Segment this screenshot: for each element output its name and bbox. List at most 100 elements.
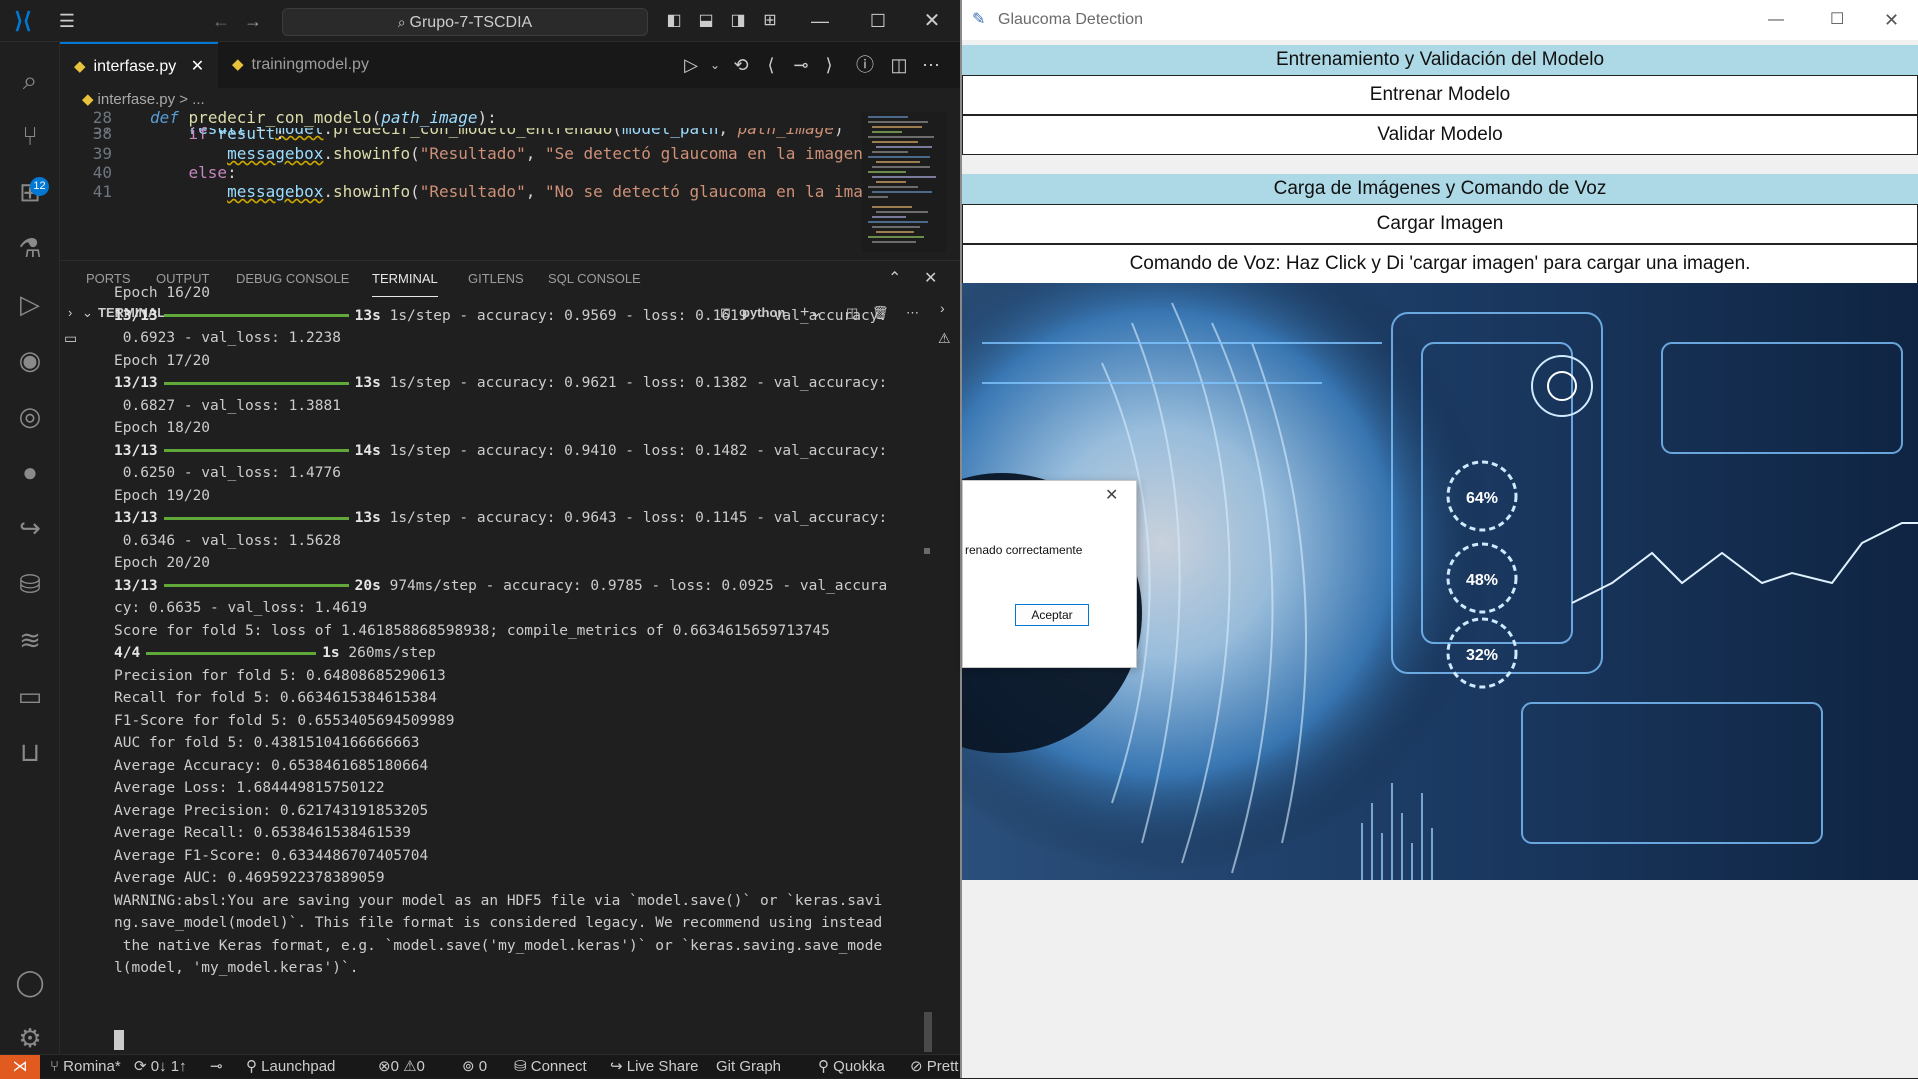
branch-name: Romina* — [63, 1058, 121, 1075]
github-icon[interactable]: ● — [0, 444, 60, 500]
toggle-secondary-sidebar-icon[interactable]: ◨ — [724, 0, 752, 42]
quokka-status[interactable]: ⚲ Quokka — [818, 1055, 885, 1079]
code-editor[interactable]: 28 def predecir_con_modelo(path_image): 3… — [60, 108, 863, 252]
git-commit-icon[interactable]: ⊸ — [786, 42, 816, 88]
next-change-icon[interactable]: ⟩ — [814, 42, 844, 88]
launchpad-label: Launchpad — [261, 1058, 336, 1075]
live-share-icon[interactable]: ↪ — [0, 500, 60, 556]
tab-sql-console[interactable]: SQL CONSOLE — [548, 261, 641, 297]
terminal-line: 0.6250 - val_loss: 1.4776 — [114, 465, 341, 481]
testing-flask-icon[interactable]: ⚗ — [0, 220, 60, 276]
tab-debug-console[interactable]: DEBUG CONSOLE — [236, 261, 349, 297]
timeline-icon[interactable]: ⟲ — [726, 42, 756, 88]
tab-terminal[interactable]: TERMINAL — [372, 261, 438, 297]
previous-change-icon[interactable]: ⟨ — [756, 42, 786, 88]
progress-bar — [163, 516, 349, 520]
gitlens-status-icon[interactable]: ⊸ — [210, 1055, 223, 1079]
more-actions-icon[interactable]: ⋯ — [916, 42, 946, 88]
terminal-line: Score for fold 5: loss of 1.461858868598… — [114, 622, 830, 639]
connect-status[interactable]: ⛁ Connect — [514, 1055, 587, 1079]
back-arrow-icon[interactable]: ← — [206, 0, 236, 42]
terminal-line: Precision for fold 5: 0.64808685290613 — [114, 667, 446, 684]
hud-label-2: 48% — [1466, 572, 1498, 589]
terminal-line: AUC for fold 5: 0.43815104166666663 — [114, 735, 420, 751]
ports-count: 0 — [478, 1058, 488, 1075]
explorer-search-icon[interactable]: ⌕ — [0, 52, 60, 108]
problems-status[interactable]: ⊗0 ⚠0 — [378, 1055, 425, 1079]
search-text: Grupo-7-TSCDIA — [409, 14, 533, 31]
launchpad-status[interactable]: ⚲ Launchpad — [246, 1055, 335, 1079]
validate-model-button[interactable]: Validar Modelo — [962, 115, 1918, 155]
hud-label-3: 32% — [1466, 647, 1498, 664]
voice-command-button[interactable]: Comando de Voz: Haz Click y Di 'cargar i… — [962, 244, 1918, 284]
live-share-status[interactable]: ↪ Live Share — [610, 1055, 698, 1079]
chevron-down-icon[interactable]: ⌄ — [82, 296, 93, 330]
gitlens-inspect-icon[interactable]: ⓘ — [850, 42, 880, 88]
account-icon[interactable]: ◯ — [0, 954, 60, 1010]
terminal-line: l(model, 'my_model.keras')`. — [114, 960, 359, 976]
live-share-label: Live Share — [626, 1058, 699, 1075]
terminal-line: 0.6827 - val_loss: 1.3881 — [114, 397, 341, 414]
split-editor-icon[interactable]: ◫ — [884, 42, 914, 88]
minimap[interactable] — [862, 112, 946, 252]
command-center-search[interactable]: ⌕ Grupo-7-TSCDIA — [282, 8, 648, 36]
panel-right-chevron-icon[interactable]: › — [940, 300, 945, 316]
menu-icon[interactable]: ☰ — [50, 0, 84, 42]
dialog-message: renado correctamente — [965, 543, 1083, 557]
dialog-ok-button[interactable]: Aceptar — [1015, 604, 1089, 626]
git-graph-status[interactable]: Git Graph — [716, 1055, 781, 1079]
close-tab-icon[interactable]: ✕ — [191, 58, 204, 75]
branch-status[interactable]: ⑂ Romina* — [50, 1055, 121, 1079]
inbox-icon[interactable]: ⊔ — [0, 724, 60, 780]
close-panel-icon[interactable]: ✕ — [924, 261, 937, 297]
section-training-title: Entrenamiento y Validación del Modelo — [962, 45, 1918, 75]
progress-bar — [146, 651, 317, 655]
maximize-panel-icon[interactable]: ⌃ — [888, 261, 901, 297]
close-icon[interactable]: ✕ — [912, 0, 952, 42]
tab-trainingmodel-py[interactable]: ◆ trainingmodel.py — [218, 42, 398, 88]
hud-label-1: 64% — [1466, 490, 1498, 507]
info-messagebox-dialog: ✕ renado correctamente Aceptar — [962, 480, 1137, 668]
terminal-line: 4/4 1s 260ms/step — [114, 645, 436, 661]
extensions-icon[interactable]: ⊞ — [0, 164, 60, 220]
dialog-close-icon[interactable]: ✕ — [1105, 485, 1118, 505]
line-number: 41 — [92, 182, 112, 201]
sync-counts: 0↓ 1↑ — [150, 1058, 187, 1075]
toggle-panel-icon[interactable]: ⬓ — [692, 0, 720, 42]
tab-gitlens[interactable]: GITLENS — [468, 261, 524, 297]
sync-status[interactable]: ⟳ 0↓ 1↑ — [134, 1055, 187, 1079]
terminal-more-icon[interactable]: ⋯ — [906, 296, 919, 330]
forward-arrow-icon[interactable]: → — [238, 0, 268, 42]
search-icon: ⌕ — [397, 14, 410, 30]
terminal-line: Epoch 18/20 — [114, 420, 211, 436]
toggle-sidebar-icon[interactable]: ◧ — [660, 0, 688, 42]
layers-icon[interactable]: ≋ — [0, 612, 60, 668]
terminal-line: WARNING:absl:You are saving your model a… — [114, 892, 883, 909]
scrollbar-marker — [924, 548, 930, 554]
remote-indicator-icon[interactable]: ⋊ — [0, 1055, 40, 1079]
rocket-icon: ⚲ — [246, 1058, 262, 1075]
remote-explorer-icon[interactable]: ◎ — [0, 388, 60, 444]
database-icon[interactable]: ⛁ — [0, 556, 60, 612]
app-maximize-icon[interactable]: ☐ — [1830, 0, 1844, 40]
train-model-button[interactable]: Entrenar Modelo — [962, 75, 1918, 115]
chevron-right-icon[interactable]: › — [68, 296, 72, 330]
ports-status[interactable]: ⊚ 0 — [462, 1055, 487, 1079]
tab-interfase-py[interactable]: ◆ interfase.py ✕ — [60, 42, 218, 88]
terminal-output[interactable]: Epoch 16/20 13/13 13s 1s/step - accuracy: … — [60, 285, 930, 1056]
remote-window-icon[interactable]: ▭ — [0, 668, 60, 724]
source-control-icon[interactable]: ⑂ — [0, 108, 60, 164]
load-image-button[interactable]: Cargar Imagen — [962, 204, 1918, 244]
maximize-icon[interactable]: ☐ — [858, 0, 898, 42]
gitlens-icon[interactable]: ◉ — [0, 332, 60, 388]
run-debug-icon[interactable]: ▷ — [0, 276, 60, 332]
app-minimize-icon[interactable]: — — [1768, 0, 1784, 40]
progress-bar — [163, 381, 349, 385]
tab-label: interfase.py — [93, 58, 177, 75]
customize-layout-icon[interactable]: ⊞ — [756, 0, 784, 42]
app-close-icon[interactable]: ✕ — [1884, 0, 1899, 40]
branch-icon: ⑂ — [50, 1058, 64, 1075]
prettier-status[interactable]: ⊘ Prett — [910, 1055, 958, 1079]
minimize-icon[interactable]: — — [800, 0, 840, 42]
terminal-scrollbar-thumb[interactable] — [924, 1012, 932, 1052]
